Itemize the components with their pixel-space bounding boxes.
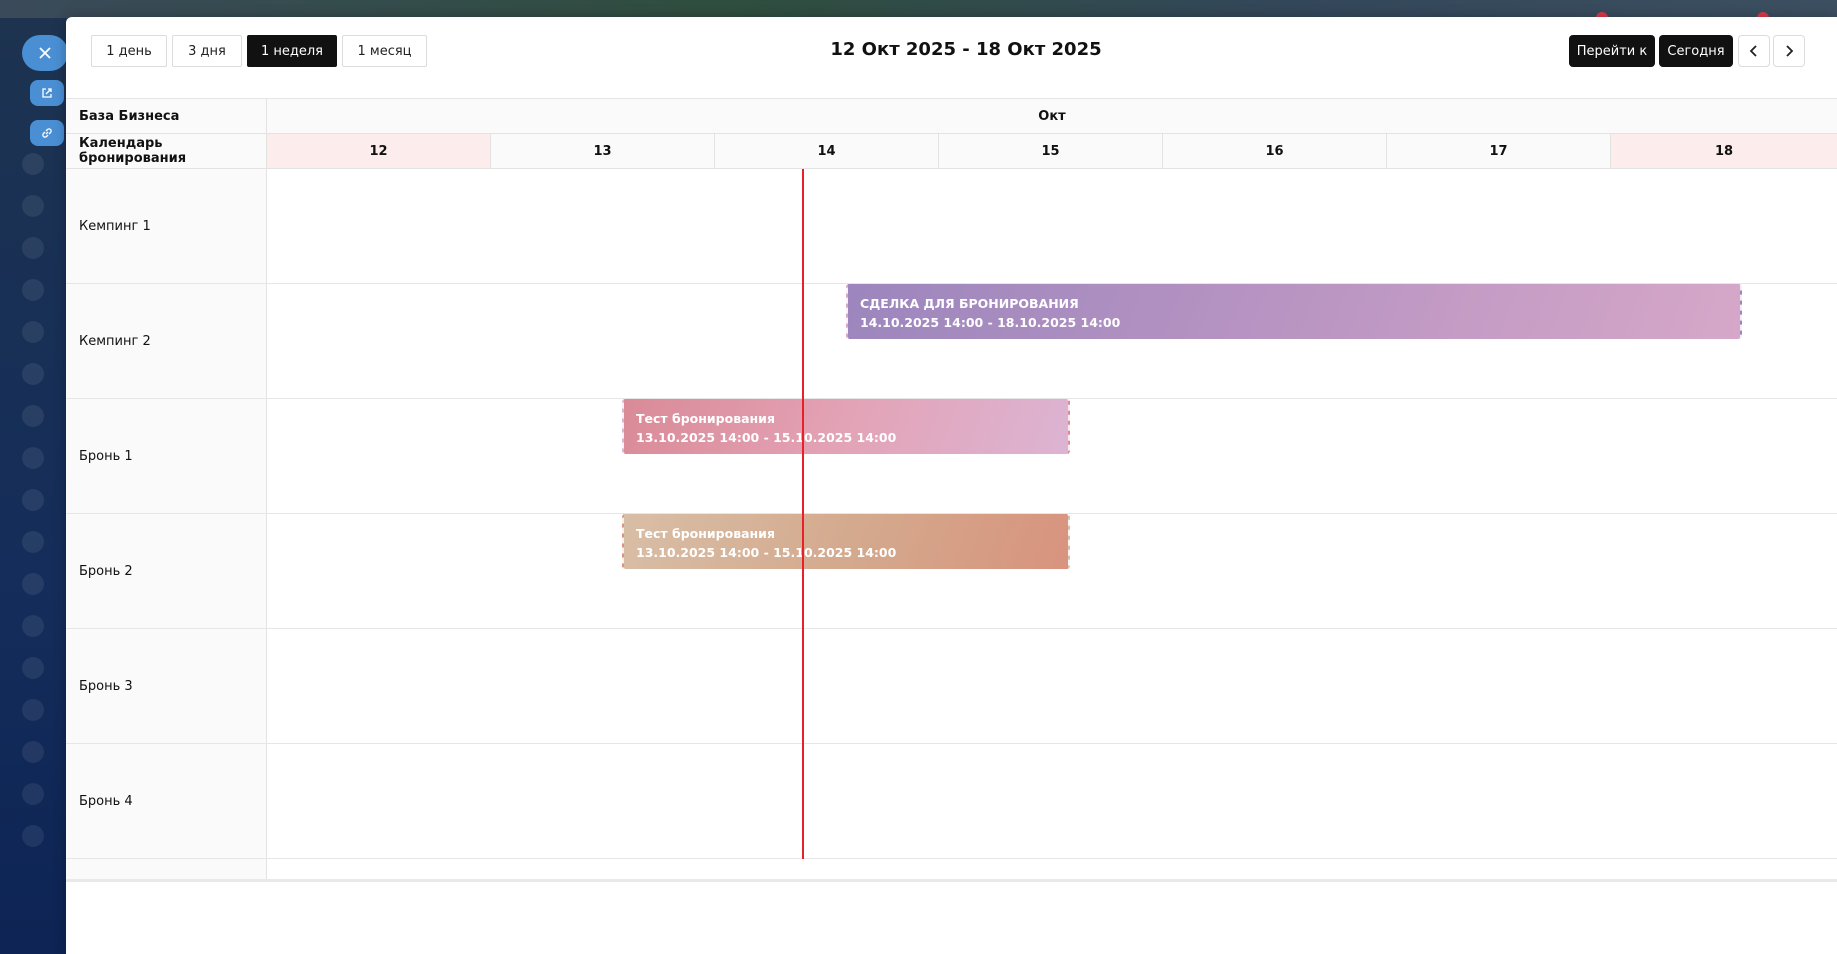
event-dates: 13.10.2025 14:00 - 15.10.2025 14:00 xyxy=(636,430,897,445)
booking-event[interactable]: СДЕЛКА ДЛЯ БРОНИРОВАНИЯ 14.10.2025 14:00… xyxy=(846,284,1742,339)
resource-lane[interactable] xyxy=(267,169,1837,284)
month-header: Окт xyxy=(267,99,1837,134)
view-3-days-button[interactable]: 3 дня xyxy=(172,35,242,67)
date-range-title: 12 Окт 2025 - 18 Окт 2025 xyxy=(830,39,1102,60)
resource-lane[interactable] xyxy=(267,744,1837,859)
avatar-icon xyxy=(22,657,44,679)
chevron-right-icon xyxy=(1786,45,1794,57)
logo-icon xyxy=(22,447,44,469)
avatar-icon xyxy=(22,741,44,763)
day-header[interactable]: 17 xyxy=(1387,134,1611,169)
current-time-indicator xyxy=(802,169,804,859)
grid-bottom-divider xyxy=(66,879,1837,882)
day-header[interactable]: 18 xyxy=(1611,134,1837,169)
cart-icon xyxy=(22,153,44,175)
day-header[interactable]: 14 xyxy=(715,134,939,169)
open-external-button[interactable] xyxy=(30,80,64,106)
resource-row-label: Бронь 4 xyxy=(66,744,267,859)
copy-link-button[interactable] xyxy=(30,120,64,146)
view-1-month-button[interactable]: 1 месяц xyxy=(342,35,427,67)
business-label: База Бизнеса xyxy=(66,99,267,134)
resource-column: База Бизнеса Календарь бронирования Кемп… xyxy=(66,99,267,879)
background-sidebar xyxy=(0,18,66,954)
view-1-day-button[interactable]: 1 день xyxy=(91,35,167,67)
external-link-icon xyxy=(42,88,52,98)
calendar-label: Календарь бронирования xyxy=(66,134,267,169)
day-header[interactable]: 16 xyxy=(1163,134,1387,169)
background-topbar xyxy=(0,0,1837,18)
resource-row-label: Кемпинг 1 xyxy=(66,169,267,284)
event-dates: 13.10.2025 14:00 - 15.10.2025 14:00 xyxy=(636,545,897,560)
avatar-icon xyxy=(22,699,44,721)
box-icon xyxy=(22,405,44,427)
booking-calendar-modal: 1 день 3 дня 1 неделя 1 месяц 12 Окт 202… xyxy=(66,17,1837,954)
avatar-icon xyxy=(22,825,44,847)
chart-icon xyxy=(22,279,44,301)
day-header[interactable]: 13 xyxy=(491,134,715,169)
scheduler-grid: База Бизнеса Календарь бронирования Кемп… xyxy=(66,99,1837,882)
prev-period-button[interactable] xyxy=(1738,35,1770,67)
resource-lane[interactable] xyxy=(267,629,1837,744)
calendar-toolbar: 1 день 3 дня 1 неделя 1 месяц 12 Окт 202… xyxy=(66,17,1837,99)
booking-event[interactable]: Тест бронирования 13.10.2025 14:00 - 15.… xyxy=(622,514,1070,569)
event-title: Тест бронирования xyxy=(636,411,775,426)
view-1-week-button[interactable]: 1 неделя xyxy=(247,35,337,67)
resource-row-label: Бронь 3 xyxy=(66,629,267,744)
chat-icon xyxy=(22,321,44,343)
day-header[interactable]: 15 xyxy=(939,134,1163,169)
resource-row-label: Бронь 1 xyxy=(66,399,267,514)
avatar-icon xyxy=(22,573,44,595)
code-icon xyxy=(22,489,44,511)
today-button[interactable]: Сегодня xyxy=(1659,35,1733,67)
document-icon xyxy=(22,195,44,217)
event-title: СДЕЛКА ДЛЯ БРОНИРОВАНИЯ xyxy=(860,296,1079,311)
close-modal-button[interactable] xyxy=(22,35,68,71)
next-period-button[interactable] xyxy=(1773,35,1805,67)
robot-icon xyxy=(22,363,44,385)
chevron-left-icon xyxy=(1749,45,1757,57)
booking-event[interactable]: Тест бронирования 13.10.2025 14:00 - 15.… xyxy=(622,399,1070,454)
event-title: Тест бронирования xyxy=(636,526,775,541)
resource-row-label: Бронь 2 xyxy=(66,514,267,629)
avatar-icon xyxy=(22,783,44,805)
day-header[interactable]: 12 xyxy=(267,134,491,169)
link-icon xyxy=(42,128,52,138)
close-icon xyxy=(39,47,51,59)
goto-date-button[interactable]: Перейти к xyxy=(1569,35,1655,67)
pen-icon xyxy=(22,237,44,259)
avatar-icon xyxy=(22,615,44,637)
event-dates: 14.10.2025 14:00 - 18.10.2025 14:00 xyxy=(860,315,1121,330)
resource-row-label: Кемпинг 2 xyxy=(66,284,267,399)
avatar-icon xyxy=(22,531,44,553)
